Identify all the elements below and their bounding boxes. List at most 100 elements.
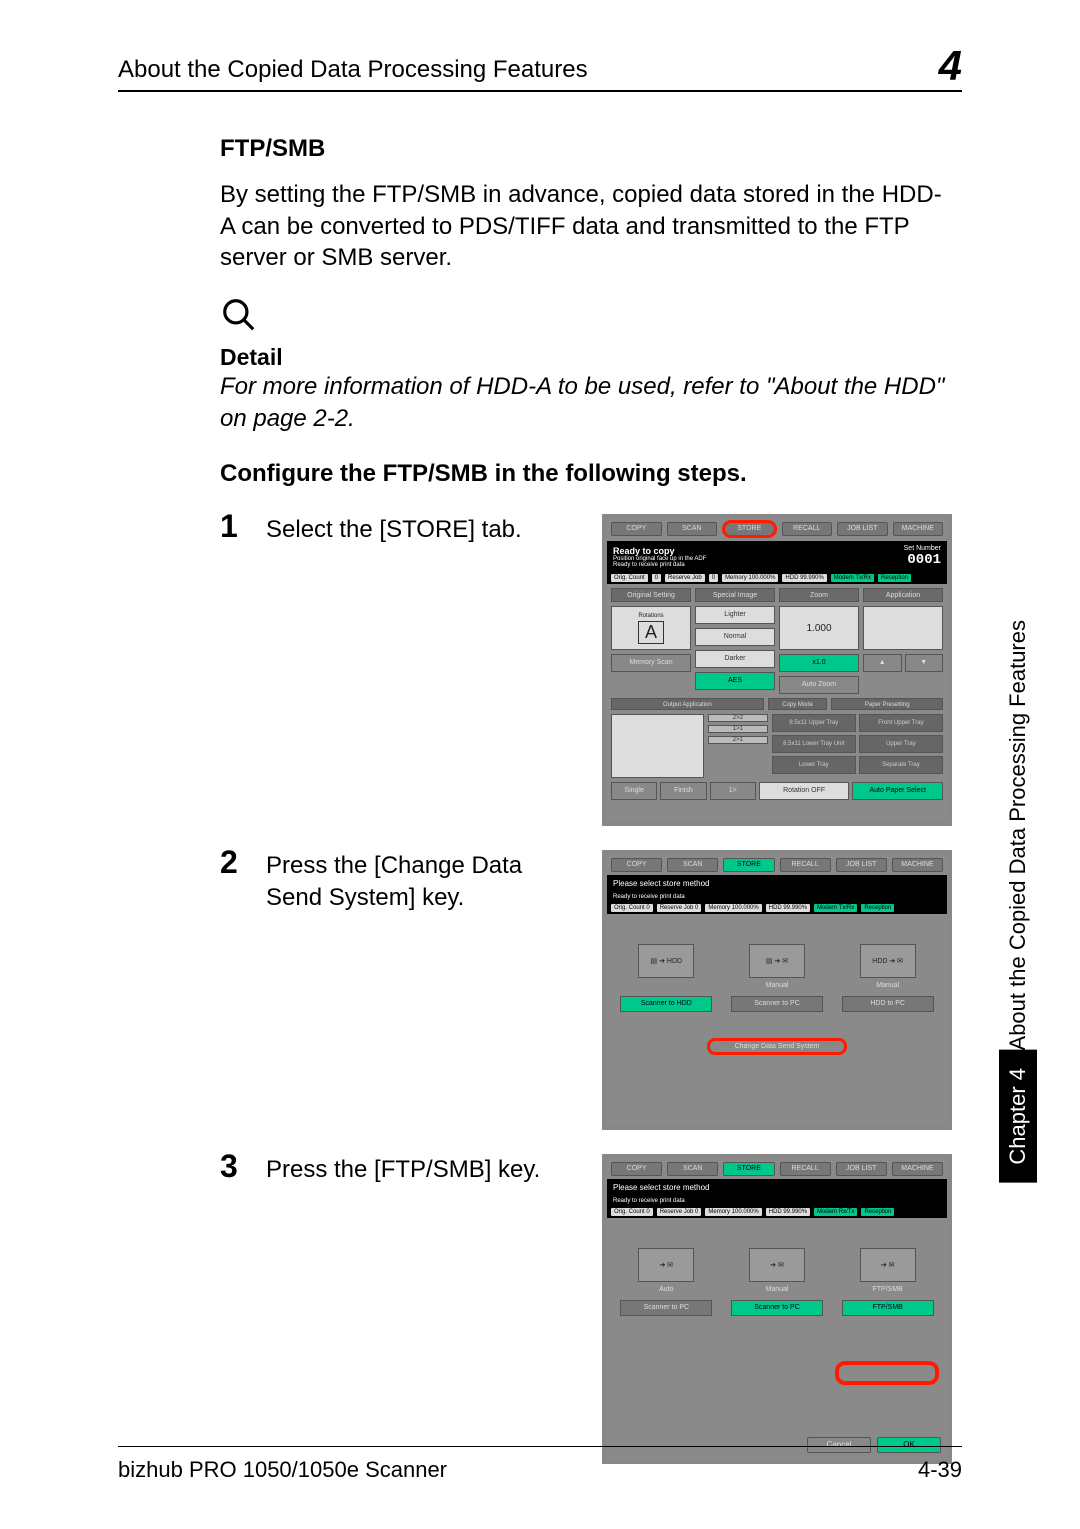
chip-reception: Reception [878, 574, 911, 582]
application-area [863, 606, 943, 650]
col-original: Original Setting [611, 588, 691, 602]
chip-orig: Orig. Count 0 [611, 1208, 653, 1216]
change-data-send-button[interactable]: Change Data Send System [707, 1038, 847, 1055]
rotation-off-button[interactable]: Rotation OFF [759, 782, 850, 800]
col-special: Special Image [695, 588, 775, 602]
tray-2[interactable]: Front Upper Tray [859, 714, 943, 732]
auto-zoom-button[interactable]: Auto Zoom [779, 676, 859, 694]
chip-reserve-val: 0 [709, 574, 718, 582]
tab-copy[interactable]: COPY [611, 522, 662, 536]
chip-hdd: HDD 99.990% [782, 574, 826, 582]
set-number: 0001 [893, 552, 941, 568]
ftp-smb-highlight [835, 1361, 939, 1385]
normal-button[interactable]: Normal [695, 628, 775, 646]
chip-reserve: Reserve Job [665, 574, 705, 582]
chapter-number: 4 [939, 42, 962, 90]
page-header: About the Copied Data Processing Feature… [118, 42, 962, 92]
chip-hdd: HDD 99.990% [766, 1208, 810, 1216]
meth-label: Manual [766, 1286, 789, 1296]
step-3: 3 Press the [FTP/SMB] key. COPY SCAN STO… [220, 1154, 952, 1464]
manual-pc-button[interactable]: Scanner to PC [731, 1300, 823, 1316]
tray-5[interactable]: Lower Tray [772, 756, 856, 774]
chip-memory: Memory 100.000% [705, 904, 761, 912]
tab-recall[interactable]: RECALL [780, 858, 831, 872]
tab-joblist[interactable]: JOB LIST [836, 1162, 887, 1176]
step-2: 2 Press the [Change Data Send System] ke… [220, 850, 952, 1130]
section-heading: FTP/SMB [220, 135, 952, 163]
side-tab-label: About the Copied Data Processing Feature… [1005, 620, 1031, 1050]
tab-copy[interactable]: COPY [611, 1162, 662, 1176]
ready-sub: Position original face up in the ADF [613, 556, 706, 562]
tab-recall[interactable]: RECALL [780, 1162, 831, 1176]
tray-6[interactable]: Separate Tray [859, 756, 943, 774]
chip-reserve: Reserve Job 0 [657, 904, 702, 912]
single-button[interactable]: Single [611, 782, 657, 800]
screenshot-ftp-smb: COPY SCAN STORE RECALL JOB LIST MACHINE … [602, 1154, 952, 1464]
tray-1[interactable]: 8.5x11 Upper Tray [772, 714, 856, 732]
x1-button[interactable]: x1.0 [779, 654, 859, 672]
tab-scan[interactable]: SCAN [667, 1162, 718, 1176]
lighter-button[interactable]: Lighter [695, 606, 775, 624]
chip-orig: Orig. Count 0 [611, 904, 653, 912]
tab-machine[interactable]: MACHINE [893, 522, 944, 536]
scanner-to-hdd-button[interactable]: Scanner to HDD [620, 996, 712, 1012]
hdd-to-pc-button[interactable]: HDD to PC [842, 996, 934, 1012]
copy-mode-11[interactable]: 1>1 [708, 725, 768, 733]
auto-pc-button[interactable]: Scanner to PC [620, 1300, 712, 1316]
meth-label: FTP/SMB [873, 1286, 903, 1296]
store-sub: Ready to receive print data [613, 1198, 685, 1204]
meth-label: Manual [876, 982, 899, 992]
chip-modem: Modem Rx/Tx [814, 1208, 857, 1216]
tray-4[interactable]: Upper Tray [859, 735, 943, 753]
screenshot-store-tab: COPY SCAN STORE RECALL JOB LIST MACHINE … [602, 514, 952, 826]
tab-copy[interactable]: COPY [611, 858, 662, 872]
down-button[interactable]: ▼ [905, 654, 944, 672]
oneplus-button[interactable]: 1> [710, 782, 756, 800]
darker-button[interactable]: Darker [695, 650, 775, 668]
step-number: 1 [220, 510, 266, 542]
chip-orig-val: 0 [652, 574, 661, 582]
mail-icon: ▤ ➔ ✉ [749, 944, 805, 978]
copy-mode-head: Copy Mode [768, 698, 828, 710]
tab-machine[interactable]: MACHINE [892, 1162, 943, 1176]
aes-button[interactable]: AES [695, 672, 775, 690]
chip-hdd: HDD 99.990% [766, 904, 810, 912]
chip-reception: Reception [861, 904, 894, 912]
ready-title: Ready to copy [613, 546, 706, 556]
finish-button[interactable]: Finish [660, 782, 706, 800]
col-application: Application [863, 588, 943, 602]
chip-reserve: Reserve Job 0 [657, 1208, 702, 1216]
tab-store[interactable]: STORE [723, 858, 774, 872]
hdd-icon: ▤ ➔ HDD [638, 944, 694, 978]
chip-modem: Modem Tx/Rx [814, 904, 857, 912]
store-sub: Ready to receive print data [613, 894, 685, 900]
auto-paper-button[interactable]: Auto Paper Select [852, 782, 943, 800]
paper-head: Paper Presetting [831, 698, 943, 710]
step-text: Press the [Change Data Send System] key. [266, 850, 566, 1130]
tab-store[interactable]: STORE [723, 1162, 774, 1176]
copy-mode-21[interactable]: 2>1 [708, 736, 768, 744]
tab-scan[interactable]: SCAN [667, 522, 718, 536]
configure-heading: Configure the FTP/SMB in the following s… [220, 460, 952, 488]
up-button[interactable]: ▲ [863, 654, 902, 672]
section-paragraph: By setting the FTP/SMB in advance, copie… [220, 179, 952, 274]
scanner-to-pc-button[interactable]: Scanner to PC [731, 996, 823, 1012]
tab-joblist[interactable]: JOB LIST [837, 522, 888, 536]
step-1: 1 Select the [STORE] tab. COPY SCAN STOR… [220, 514, 952, 826]
tab-recall[interactable]: RECALL [782, 522, 833, 536]
side-tab: About the Copied Data Processing Feature… [998, 610, 1038, 1270]
ftp-smb-button[interactable]: FTP/SMB [842, 1300, 934, 1316]
copy-mode-22[interactable]: 2>2 [708, 714, 768, 722]
output-app-head: Output Application [611, 698, 764, 710]
tab-store-highlighted[interactable]: STORE [722, 520, 777, 538]
meth-label: Auto [659, 1286, 673, 1296]
store-message: Please select store method [607, 1179, 947, 1196]
tray-3[interactable]: 8.5x11 Lower Tray Unit [772, 735, 856, 753]
header-title: About the Copied Data Processing Feature… [118, 56, 588, 84]
chip-orig-count: Orig. Count [611, 574, 648, 582]
tab-scan[interactable]: SCAN [667, 858, 718, 872]
tab-joblist[interactable]: JOB LIST [836, 858, 887, 872]
tab-machine[interactable]: MACHINE [892, 858, 943, 872]
memory-scan-button[interactable]: Memory Scan [611, 654, 691, 672]
chip-modem: Modem Tx/Rx [831, 574, 874, 582]
